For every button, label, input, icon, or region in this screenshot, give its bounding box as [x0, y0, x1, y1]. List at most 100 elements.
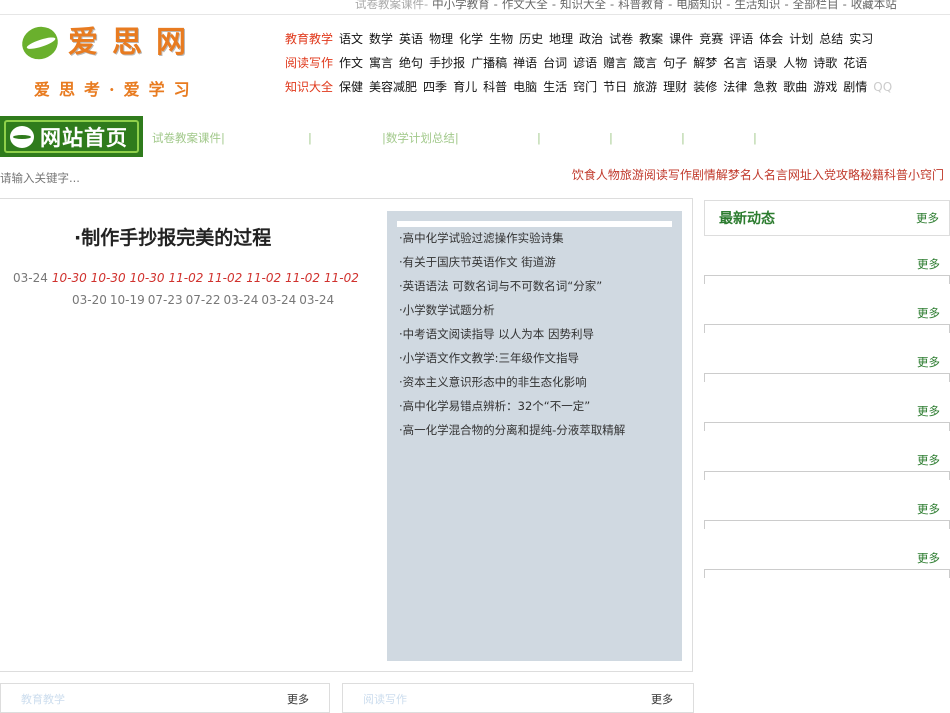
hot-keyword-link[interactable]: 名人名言	[740, 168, 788, 182]
hot-keyword-link[interactable]: 解梦	[716, 168, 740, 182]
sub-nav-link[interactable]: |	[308, 131, 382, 145]
nav-link[interactable]: 政治	[579, 32, 603, 46]
sub-nav-link[interactable]: |	[537, 131, 609, 145]
nav-link[interactable]: 生物	[489, 32, 513, 46]
nav-link[interactable]: 法律	[723, 80, 747, 94]
nav-link[interactable]: 箴言	[633, 56, 657, 70]
nav-link[interactable]: 试卷	[609, 32, 633, 46]
sub-nav-link[interactable]: |	[609, 131, 681, 145]
sidebar-block-more[interactable]: 更多	[917, 354, 940, 370]
nav-link[interactable]: 保健	[339, 80, 363, 94]
bottom-right-more[interactable]: 更多	[651, 691, 673, 707]
related-article-link[interactable]: ·小学语文作文教学:三年级作文指导	[399, 351, 676, 375]
nav-link[interactable]: 竞赛	[699, 32, 723, 46]
nav-link[interactable]: 生活	[543, 80, 567, 94]
nav-link[interactable]: 评语	[729, 32, 753, 46]
bottom-left-more[interactable]: 更多	[287, 691, 309, 707]
nav-link[interactable]: 理财	[663, 80, 687, 94]
sub-nav-link[interactable]: |	[681, 131, 753, 145]
hot-keyword-link[interactable]: 旅游	[620, 168, 644, 182]
nav-link[interactable]: 广播稿	[471, 56, 507, 70]
hot-keyword-link[interactable]: 人物	[596, 168, 620, 182]
sub-nav-link[interactable]: |	[753, 131, 825, 145]
nav-link[interactable]: 物理	[429, 32, 453, 46]
top-link[interactable]: 收藏本站	[851, 0, 897, 10]
nav-link[interactable]: 诗歌	[813, 56, 837, 70]
sidebar-block-more[interactable]: 更多	[917, 403, 940, 419]
related-article-link[interactable]: ·高一化学混合物的分离和提纯-分液萃取精解	[399, 423, 676, 447]
sidebar-block-more[interactable]: 更多	[917, 550, 940, 566]
nav-link[interactable]: 四季	[423, 80, 447, 94]
hot-keyword-link[interactable]: 阅读写作	[644, 168, 692, 182]
site-logo[interactable]: 爱 思 网 爱思考·爱学习	[17, 22, 207, 104]
nav-link[interactable]: 装修	[693, 80, 717, 94]
nav-link[interactable]: 课件	[669, 32, 693, 46]
top-link[interactable]: 知识大全	[560, 0, 606, 10]
hot-keyword-link[interactable]: 网址	[788, 168, 812, 182]
nav-link[interactable]: 游戏	[813, 80, 837, 94]
hot-keyword-link[interactable]: 入党	[812, 168, 836, 182]
sub-nav-link[interactable]: 试卷教案课件|	[152, 130, 308, 146]
nav-link[interactable]: 名言	[723, 56, 747, 70]
hot-keyword-link[interactable]: 小窍门	[908, 168, 944, 182]
related-article-link[interactable]: ·中考语文阅读指导 以人为本 因势利导	[399, 327, 676, 351]
sidebar-block-more[interactable]: 更多	[917, 452, 940, 468]
nav-link[interactable]: 教案	[639, 32, 663, 46]
top-link[interactable]: 电脑知识	[676, 0, 722, 10]
home-button[interactable]: 网站首页	[0, 116, 143, 157]
sidebar-block-more[interactable]: 更多	[917, 501, 940, 517]
sub-nav-link[interactable]: |数学计划总结|	[382, 130, 537, 146]
nav-link[interactable]: 语录	[753, 56, 777, 70]
hot-keyword-link[interactable]: 攻略秘籍	[836, 168, 884, 182]
related-article-link[interactable]: ·资本主义意识形态中的非生态化影响	[399, 375, 676, 399]
nav-link[interactable]: 谚语	[573, 56, 597, 70]
hot-keyword-link[interactable]: 科普	[884, 168, 908, 182]
nav-category-1[interactable]: 阅读写作	[285, 56, 333, 70]
nav-link[interactable]: 人物	[783, 56, 807, 70]
nav-link[interactable]: 剧情	[843, 80, 867, 94]
related-article-link[interactable]: ·小学数学试题分析	[399, 303, 676, 327]
nav-link[interactable]: 数学	[369, 32, 393, 46]
nav-link[interactable]: 地理	[549, 32, 573, 46]
related-article-link[interactable]: ·高中化学易错点辨析：32个“不一定”	[399, 399, 676, 423]
nav-link[interactable]: 禅语	[513, 56, 537, 70]
top-link[interactable]: 科普教育	[618, 0, 664, 10]
top-link[interactable]: 中小学教育	[432, 0, 490, 10]
nav-link[interactable]: 急救	[753, 80, 777, 94]
related-article-link[interactable]: ·有关于国庆节英语作文 街道游	[399, 255, 676, 279]
nav-link[interactable]: 绝句	[399, 56, 423, 70]
nav-link[interactable]: 科普	[483, 80, 507, 94]
nav-link-qq[interactable]: QQ	[873, 80, 892, 94]
hot-keyword-link[interactable]: 饮食	[572, 168, 596, 182]
nav-link[interactable]: 体会	[759, 32, 783, 46]
nav-link[interactable]: 计划	[789, 32, 813, 46]
nav-category-2[interactable]: 知识大全	[285, 80, 333, 94]
top-link[interactable]: 作文大全	[502, 0, 548, 10]
nav-link[interactable]: 电脑	[513, 80, 537, 94]
nav-link[interactable]: 赠言	[603, 56, 627, 70]
nav-link[interactable]: 作文	[339, 56, 363, 70]
search-input[interactable]: 请输入关键字...	[0, 170, 80, 186]
nav-link[interactable]: 语文	[339, 32, 363, 46]
sidebar-block-more[interactable]: 更多	[917, 256, 940, 272]
sidebar-block-more[interactable]: 更多	[917, 305, 940, 321]
sidebar-more-link[interactable]: 更多	[916, 210, 939, 226]
nav-link[interactable]: 实习	[849, 32, 873, 46]
nav-link[interactable]: 花语	[843, 56, 867, 70]
nav-link[interactable]: 手抄报	[429, 56, 465, 70]
top-link[interactable]: 全部栏目	[793, 0, 839, 10]
nav-link[interactable]: 英语	[399, 32, 423, 46]
nav-link[interactable]: 旅游	[633, 80, 657, 94]
related-article-link[interactable]: ·英语语法 可数名词与不可数名词“分家”	[399, 279, 676, 303]
nav-link[interactable]: 寓言	[369, 56, 393, 70]
nav-link[interactable]: 育儿	[453, 80, 477, 94]
hot-keyword-link[interactable]: 剧情	[692, 168, 716, 182]
top-link[interactable]: 试卷教案课件-	[355, 0, 428, 10]
nav-link[interactable]: 台词	[543, 56, 567, 70]
nav-link[interactable]: 窍门	[573, 80, 597, 94]
nav-link[interactable]: 总结	[819, 32, 843, 46]
nav-link[interactable]: 句子	[663, 56, 687, 70]
nav-link[interactable]: 历史	[519, 32, 543, 46]
nav-link[interactable]: 节日	[603, 80, 627, 94]
nav-link[interactable]: 化学	[459, 32, 483, 46]
